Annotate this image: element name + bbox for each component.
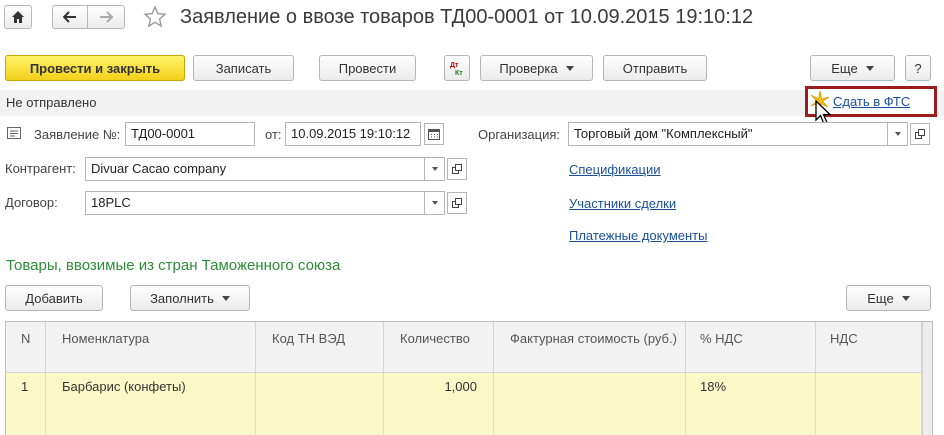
table-more-dropdown-button[interactable]: Еще [846,285,931,311]
deal-participants-link[interactable]: Участники сделки [569,196,676,211]
statement-number-field[interactable]: ТД00-0001 [125,122,255,146]
debit-credit-button[interactable]: Дт Кт [444,55,470,81]
contract-label: Договор: [5,195,58,210]
more-label: Еще [831,60,858,76]
post-button[interactable]: Провести [319,55,416,81]
section-title: Товары, ввозимые из стран Таможенного со… [6,257,341,274]
contractor-field[interactable]: Divuar Cacao company [85,157,425,181]
column-header-invoice-cost[interactable]: Фактурная стоимость (руб.) [494,322,686,372]
status-text: Не отправлено [6,95,97,110]
organization-open-button[interactable] [910,123,930,145]
page-title: Заявление о ввозе товаров ТД00-0001 от 1… [180,6,754,28]
forward-button[interactable] [87,5,125,29]
arrow-left-icon [63,11,76,23]
check-dropdown-button[interactable]: Проверка [480,55,593,81]
contractor-label: Контрагент: [5,161,76,176]
chevron-down-icon [901,295,910,301]
column-header-item[interactable]: Номенклатура [46,322,256,372]
row-tn-ved-code[interactable] [256,373,384,435]
open-window-icon [452,198,462,208]
column-header-vat[interactable]: НДС [816,322,922,372]
chevron-down-icon [565,65,574,71]
payment-documents-link[interactable]: Платежные документы [569,228,707,243]
organization-field[interactable]: Торговый дом "Комплексный" [568,122,888,146]
row-number: 1 [6,373,46,435]
contractor-open-button[interactable] [447,158,467,180]
more-dropdown-button[interactable]: Еще [810,55,895,81]
contract-dropdown[interactable] [425,191,445,215]
row-item[interactable]: Барбарис (конфеты) [46,373,256,435]
fill-dropdown-button[interactable]: Заполнить [130,285,250,311]
contractor-dropdown[interactable] [425,157,445,181]
open-window-icon [915,129,925,139]
svg-text:Дт: Дт [450,62,459,69]
chevron-down-icon [894,132,901,136]
date-label: от: [265,127,282,142]
home-icon [12,11,24,23]
date-field[interactable]: 10.09.2015 19:10:12 [285,122,421,146]
column-header-tn-ved-code[interactable]: Код ТН ВЭД [256,322,384,372]
home-button[interactable] [4,5,32,29]
row-vat[interactable] [816,373,922,435]
column-header-vat-rate[interactable]: % НДС [686,322,816,372]
row-vat-rate[interactable]: 18% [686,373,816,435]
row-invoice-cost[interactable] [494,373,686,435]
chevron-down-icon [431,167,438,171]
statement-number-label: Заявление №: [34,127,121,142]
save-button[interactable]: Записать [193,55,294,81]
help-button[interactable]: ? [905,55,931,81]
chevron-down-icon [221,295,230,301]
column-header-n[interactable]: N [6,322,46,372]
table-more-label: Еще [867,290,894,306]
svg-text:Кт: Кт [455,70,463,77]
table-scrollbar[interactable] [922,322,932,435]
chevron-down-icon [865,65,874,71]
calendar-icon [428,128,440,140]
status-strip: Не отправлено [0,90,944,116]
contract-field[interactable]: 18PLC [85,191,425,215]
debit-credit-icon: Дт Кт [450,62,463,77]
favorite-star-icon[interactable] [143,5,167,32]
organization-label: Организация: [478,127,561,142]
row-quantity[interactable]: 1,000 [384,373,494,435]
contract-open-button[interactable] [447,192,467,214]
fill-label: Заполнить [150,290,214,306]
column-header-quantity[interactable]: Количество [384,322,494,372]
specifications-link[interactable]: Спецификации [569,162,661,177]
arrow-right-icon [100,11,113,23]
check-label: Проверка [499,60,558,76]
back-button[interactable] [52,5,88,29]
table-row[interactable]: 1 Барбарис (конфеты) 1,000 18% [6,372,932,435]
add-button[interactable]: Добавить [5,285,103,311]
goods-table: N Номенклатура Код ТН ВЭД Количество Фак… [5,321,933,435]
post-and-close-button[interactable]: Провести и закрыть [5,55,185,81]
open-window-icon [452,164,462,174]
chevron-down-icon [431,201,438,205]
organization-dropdown[interactable] [888,122,908,146]
send-button[interactable]: Отправить [603,55,707,81]
document-icon [7,127,21,139]
calendar-button[interactable] [424,123,444,145]
submit-to-fts-link[interactable]: Сдать в ФТС [833,94,910,109]
